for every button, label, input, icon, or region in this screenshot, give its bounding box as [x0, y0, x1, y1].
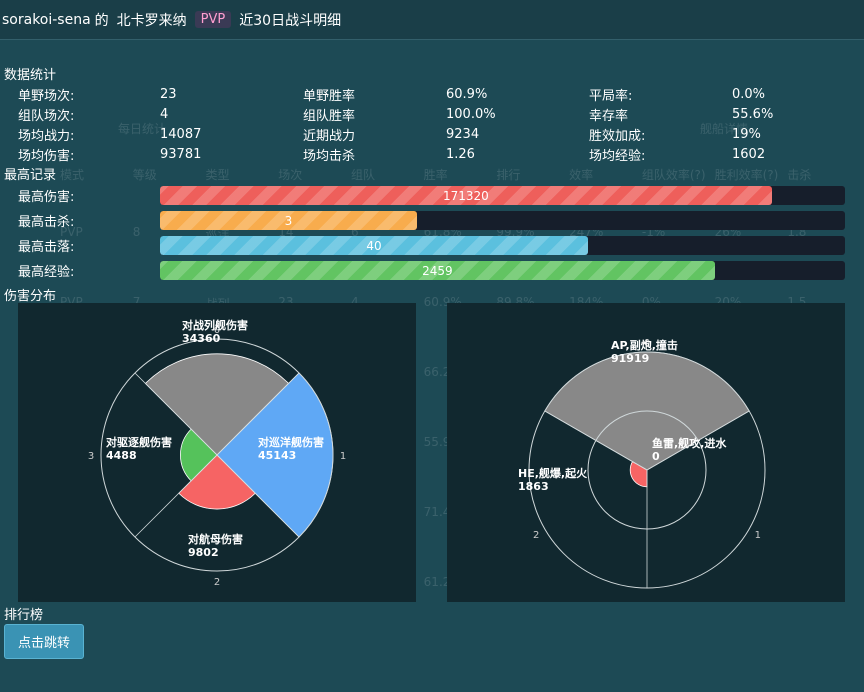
slice-value: 45143 — [258, 449, 296, 462]
ranking-title: 排行榜 — [4, 608, 44, 623]
stat-value: 1602 — [732, 146, 766, 162]
record-row: 最高伤害: 171320 — [18, 183, 848, 208]
slice-label: 鱼雷,舰攻,进水 — [652, 436, 727, 450]
background-header-cell: 模式 — [60, 168, 85, 182]
stat-label: 组队胜率 — [303, 108, 356, 124]
stat-label: 幸存率 — [589, 108, 629, 124]
polar-tick-label: 2 — [214, 577, 220, 588]
mode-badge: PVP — [194, 11, 232, 28]
damage-by-target-svg: 0123对战列舰伤害34360对巡洋舰伤害45143对航母伤害9802对驱逐舰伤… — [88, 318, 346, 588]
polar-tick-label: 3 — [88, 451, 94, 462]
slice-value: 0 — [652, 450, 660, 463]
record-bar: 171320 — [160, 186, 845, 205]
stat-value: 4 — [160, 106, 169, 122]
stats-grid: 单野场次: 23 单野胜率 60.9% 平局率: 0.0% 组队场次: 4 组队… — [18, 84, 858, 164]
record-value: 2459 — [422, 263, 453, 278]
records-list: 最高伤害: 171320 最高击杀: 3 最高击落: 40 最高经验: 2459 — [18, 183, 848, 283]
slice-value: 9802 — [188, 546, 219, 559]
record-bar: 40 — [160, 236, 845, 255]
record-bar: 3 — [160, 211, 845, 230]
stat-label: 组队场次: — [18, 108, 75, 124]
slice-label: AP,副炮,撞击 — [611, 338, 678, 352]
record-value: 3 — [284, 213, 293, 228]
ship-name: 北卡罗来纳 — [116, 12, 187, 29]
stat-label: 单野胜率 — [303, 88, 356, 104]
header-subtitle: 近30日战斗明细 — [239, 12, 342, 29]
record-row: 最高击杀: 3 — [18, 208, 848, 233]
stats-row: 单野场次: 23 单野胜率 60.9% 平局率: 0.0% — [18, 84, 858, 104]
damage-by-type-chart: 0 1 2 AP,副炮,撞击 91919 鱼雷,舰攻,进水 0 HE,舰爆,起火 1863 — [447, 303, 845, 602]
stat-value: 19% — [732, 126, 761, 142]
record-label: 最高击落: — [18, 240, 75, 255]
background-header-cell: 场次 — [278, 168, 303, 182]
stat-value: 60.9% — [446, 86, 488, 102]
record-label: 最高经验: — [18, 265, 75, 280]
slice-label: 对战列舰伤害 — [182, 318, 248, 332]
stat-label: 单野场次: — [18, 88, 75, 104]
slice-value: 34360 — [182, 332, 221, 345]
stat-value: 93781 — [160, 146, 202, 162]
record-bar: 2459 — [160, 261, 845, 280]
background-header-cell: 组队效率(?) — [641, 168, 706, 182]
record-row: 最高经验: 2459 — [18, 258, 848, 283]
record-label: 最高击杀: — [18, 215, 75, 230]
background-header-cell: 胜率 — [423, 168, 448, 182]
stat-value: 23 — [160, 86, 177, 102]
stat-value: 0.0% — [732, 86, 766, 102]
background-header-cell: 组队 — [350, 168, 375, 182]
slice-label: 对航母伤害 — [188, 532, 243, 546]
stat-label: 场均伤害: — [18, 148, 75, 164]
background-header-cell: 击杀 — [787, 168, 812, 182]
slice-label: HE,舰爆,起火 — [518, 466, 588, 480]
player-name: sorakoi-sena — [2, 11, 91, 28]
slice-value: 91919 — [611, 352, 649, 365]
stat-label: 胜效加成: — [589, 128, 646, 144]
slice-value: 4488 — [106, 449, 137, 462]
stat-label: 场均战力: — [18, 128, 75, 144]
slice-value: 1863 — [518, 480, 549, 493]
stat-label: 平局率: — [589, 88, 633, 104]
damage-title: 伤害分布 — [4, 289, 57, 304]
background-header-cell: 类型 — [205, 168, 230, 182]
stats-title: 数据统计 — [4, 68, 57, 83]
header-of: 的 — [94, 12, 109, 29]
stats-row: 场均伤害: 93781 场均击杀 1.26 场均经验: 1602 — [18, 144, 858, 164]
damage-by-target-chart: 0 1 2 3 对战列舰伤害 34360 对巡洋舰伤害 45143 对航母伤害 9802 对驱逐舰伤… — [18, 303, 416, 602]
slice-label: 对驱逐舰伤害 — [106, 435, 172, 449]
background-header-cell: 等级 — [132, 168, 157, 182]
stat-label: 场均经验: — [589, 148, 646, 164]
slice-label: 对巡洋舰伤害 — [258, 435, 324, 449]
page-header: sorakoi-sena 的 北卡罗来纳 PVP 近30日战斗明细 — [0, 0, 864, 40]
stat-value: 14087 — [160, 126, 202, 142]
stat-label: 近期战力 — [303, 128, 356, 144]
polar-tick-label: 1 — [755, 530, 761, 541]
stat-value: 9234 — [446, 126, 480, 142]
stat-value: 55.6% — [732, 106, 774, 122]
record-value: 171320 — [442, 188, 489, 203]
stat-value: 100.0% — [446, 106, 496, 122]
damage-by-type-svg: 012AP,副炮,撞击91919鱼雷,舰攻,进水0HE,舰爆,起火1863 — [518, 338, 766, 589]
background-header-row: 模式 等级 类型 场次 组队 胜率 排行 效率 组队效率(?) 胜利效率(?) 击杀 — [60, 166, 860, 183]
polar-tick-label: 1 — [340, 451, 346, 462]
records-title: 最高记录 — [4, 168, 57, 183]
record-row: 最高击落: 40 — [18, 233, 848, 258]
jump-button[interactable]: 点击跳转 — [4, 624, 84, 659]
background-header-cell: 胜利效率(?) — [714, 168, 779, 182]
record-value: 40 — [366, 238, 382, 253]
stats-row: 组队场次: 4 组队胜率 100.0% 幸存率 55.6% — [18, 104, 858, 124]
polar-tick-label: 2 — [533, 530, 539, 541]
stat-value: 1.26 — [446, 146, 475, 162]
background-header-cell: 排行 — [496, 168, 521, 182]
stat-label: 场均击杀 — [303, 148, 356, 164]
background-header-cell: 效率 — [569, 168, 594, 182]
record-label: 最高伤害: — [18, 190, 75, 205]
stats-row: 场均战力: 14087 近期战力 9234 胜效加成: 19% — [18, 124, 858, 144]
